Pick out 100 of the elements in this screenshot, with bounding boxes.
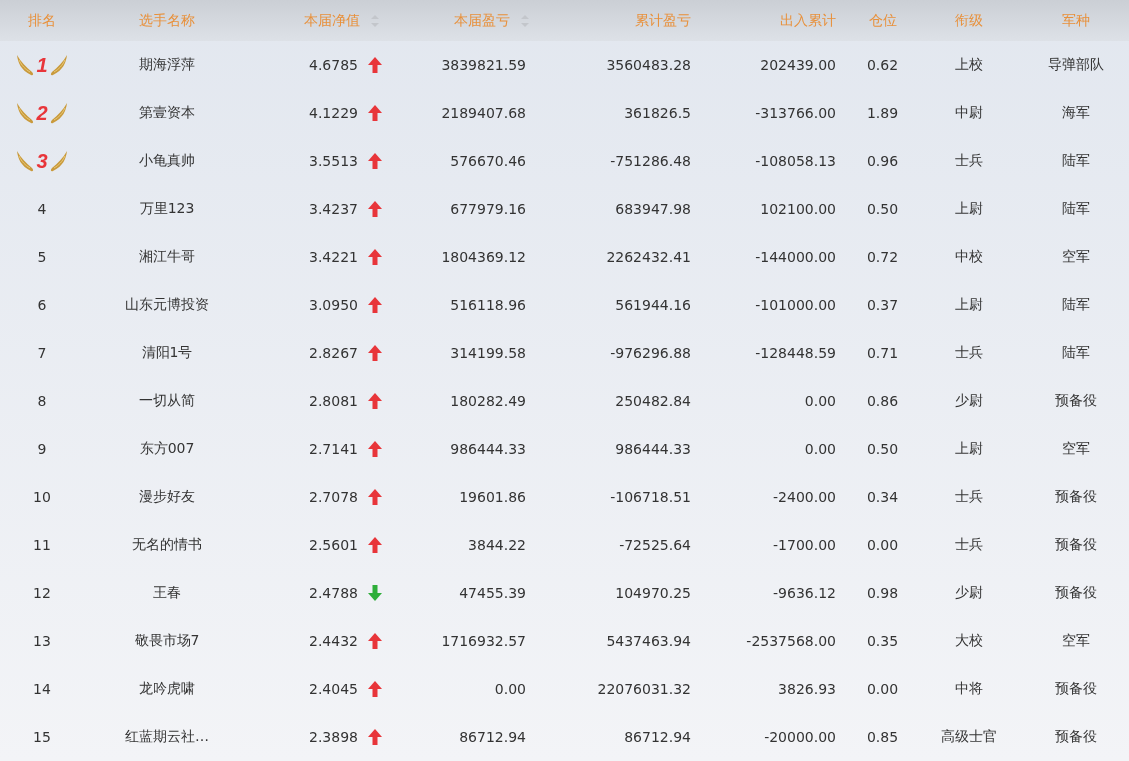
- table-cell-text: -751286.48: [609, 153, 692, 169]
- table-cell-text: -108058.13: [754, 153, 837, 169]
- table-cell-text: 中尉: [953, 104, 984, 122]
- rank-number: 5: [37, 249, 47, 265]
- table-cell-text: 576670.46: [449, 153, 527, 169]
- table-cell-text: -144000.00: [754, 249, 837, 265]
- table-cell-text: 986444.33: [449, 441, 527, 457]
- rank-medal: 2: [15, 101, 69, 125]
- rank-number: 8: [37, 393, 47, 409]
- table-cell-text: 导弹部队: [1046, 56, 1105, 74]
- table-cell-text: 2189407.68: [440, 105, 527, 121]
- table-cell-text: 士兵: [953, 488, 984, 506]
- column-header: 出入累计: [780, 11, 836, 30]
- player-name: 一切从简: [138, 392, 196, 410]
- table-cell-text: 士兵: [953, 536, 984, 554]
- wing-icon: [15, 149, 36, 173]
- table-cell-text: 陆军: [1060, 200, 1091, 218]
- net-value: 2.4045: [309, 681, 358, 697]
- column-header: 仓位: [868, 11, 897, 30]
- rank-number: 11: [33, 537, 51, 553]
- table-cell-text: 180282.49: [449, 393, 527, 409]
- player-name: 清阳1号: [140, 344, 194, 362]
- net-value: 2.3898: [309, 729, 358, 745]
- net-value: 2.5601: [309, 537, 358, 553]
- table-cell-text: 少尉: [953, 584, 984, 602]
- rank-number: 6: [37, 297, 47, 313]
- table-cell-text: 1804369.12: [440, 249, 527, 265]
- table-cell-text: 中校: [953, 248, 984, 266]
- table-cell-text: -1700.00: [772, 537, 837, 553]
- table-cell-text: -2537568.00: [745, 633, 837, 649]
- table-cell-text: -106718.51: [609, 489, 692, 505]
- table-cell-text: 2262432.41: [605, 249, 692, 265]
- column-header: 选手名称: [139, 11, 195, 30]
- table-cell-text: 47455.39: [458, 585, 527, 601]
- wing-icon: [48, 149, 69, 173]
- table-cell-text: 104970.25: [614, 585, 692, 601]
- table-cell-text: 0.00: [803, 441, 837, 457]
- table-cell-text: 预备役: [1053, 728, 1098, 746]
- net-value: 2.8081: [309, 393, 358, 409]
- table-cell-text: 预备役: [1053, 584, 1098, 602]
- rank-number: 10: [33, 489, 51, 505]
- table-cell-text: 上尉: [953, 200, 984, 218]
- table-cell-text: 677979.16: [449, 201, 527, 217]
- table-cell-text: 陆军: [1060, 296, 1091, 314]
- table-cell-text: -9636.12: [772, 585, 837, 601]
- table-cell-text: -72525.64: [618, 537, 692, 553]
- table-cell-text: 3844.22: [467, 537, 527, 553]
- column-header: 衔级: [954, 11, 983, 30]
- table-cell-text: 0.50: [865, 441, 900, 457]
- table-cell-text: 0.34: [865, 489, 900, 505]
- table-cell-text: 空军: [1060, 440, 1091, 458]
- rank-medal: 1: [15, 53, 69, 77]
- table-cell-text: 空军: [1060, 632, 1091, 650]
- rank-number: 12: [33, 585, 51, 601]
- table-cell-text: -128448.59: [754, 345, 837, 361]
- table-cell-text: 中将: [953, 680, 984, 698]
- table-cell-text: 0.72: [865, 249, 900, 265]
- table-cell-text: 19601.86: [458, 489, 527, 505]
- table-cell-text: 0.71: [865, 345, 900, 361]
- table-cell-text: 1716932.57: [440, 633, 527, 649]
- table-cell-text: -101000.00: [754, 297, 837, 313]
- table-cell-text: 士兵: [953, 152, 984, 170]
- net-value: 2.7141: [309, 441, 358, 457]
- table-cell-text: 预备役: [1053, 488, 1098, 506]
- net-value: 3.5513: [309, 153, 358, 169]
- table-cell-text: 士兵: [953, 344, 984, 362]
- table-cell-text: 86712.94: [458, 729, 527, 745]
- column-header: 本届盈亏: [454, 11, 510, 30]
- table-cell-text: 0.86: [865, 393, 900, 409]
- wing-icon: [48, 101, 69, 125]
- table-cell-text: 高级士官: [939, 728, 998, 746]
- player-name: 东方007: [138, 440, 196, 458]
- net-value: 3.0950: [309, 297, 358, 313]
- table-cell-text: -2400.00: [772, 489, 837, 505]
- rank-medal: 3: [15, 149, 69, 173]
- table-cell-text: 102100.00: [759, 201, 837, 217]
- table-cell-text: 上校: [953, 56, 984, 74]
- table-cell-text: 0.00: [493, 681, 527, 697]
- rank-number: 4: [37, 201, 47, 217]
- column-header: 军种: [1061, 11, 1090, 30]
- table-cell-text: 海军: [1060, 104, 1091, 122]
- table-cell-text: 0.85: [865, 729, 900, 745]
- net-value: 4.1229: [309, 105, 358, 121]
- rank-number: 9: [37, 441, 47, 457]
- player-name: 红蓝期云社…: [124, 728, 210, 746]
- table-cell-text: 314199.58: [449, 345, 527, 361]
- table-cell-text: 361826.5: [623, 105, 692, 121]
- table-cell-text: 上尉: [953, 296, 984, 314]
- table-cell-text: 0.00: [803, 393, 837, 409]
- column-header: 累计盈亏: [635, 11, 691, 30]
- wing-icon: [15, 101, 36, 125]
- table-cell-text: -313766.00: [754, 105, 837, 121]
- wing-icon: [48, 53, 69, 77]
- table-cell-text: 202439.00: [759, 57, 837, 73]
- player-name: 万里123: [138, 200, 196, 218]
- net-value: 2.4788: [309, 585, 358, 601]
- player-name: 无名的情书: [131, 536, 203, 554]
- table-cell-text: 0.00: [865, 681, 900, 697]
- table-cell-text: 陆军: [1060, 344, 1091, 362]
- table-cell-text: 3826.93: [777, 681, 837, 697]
